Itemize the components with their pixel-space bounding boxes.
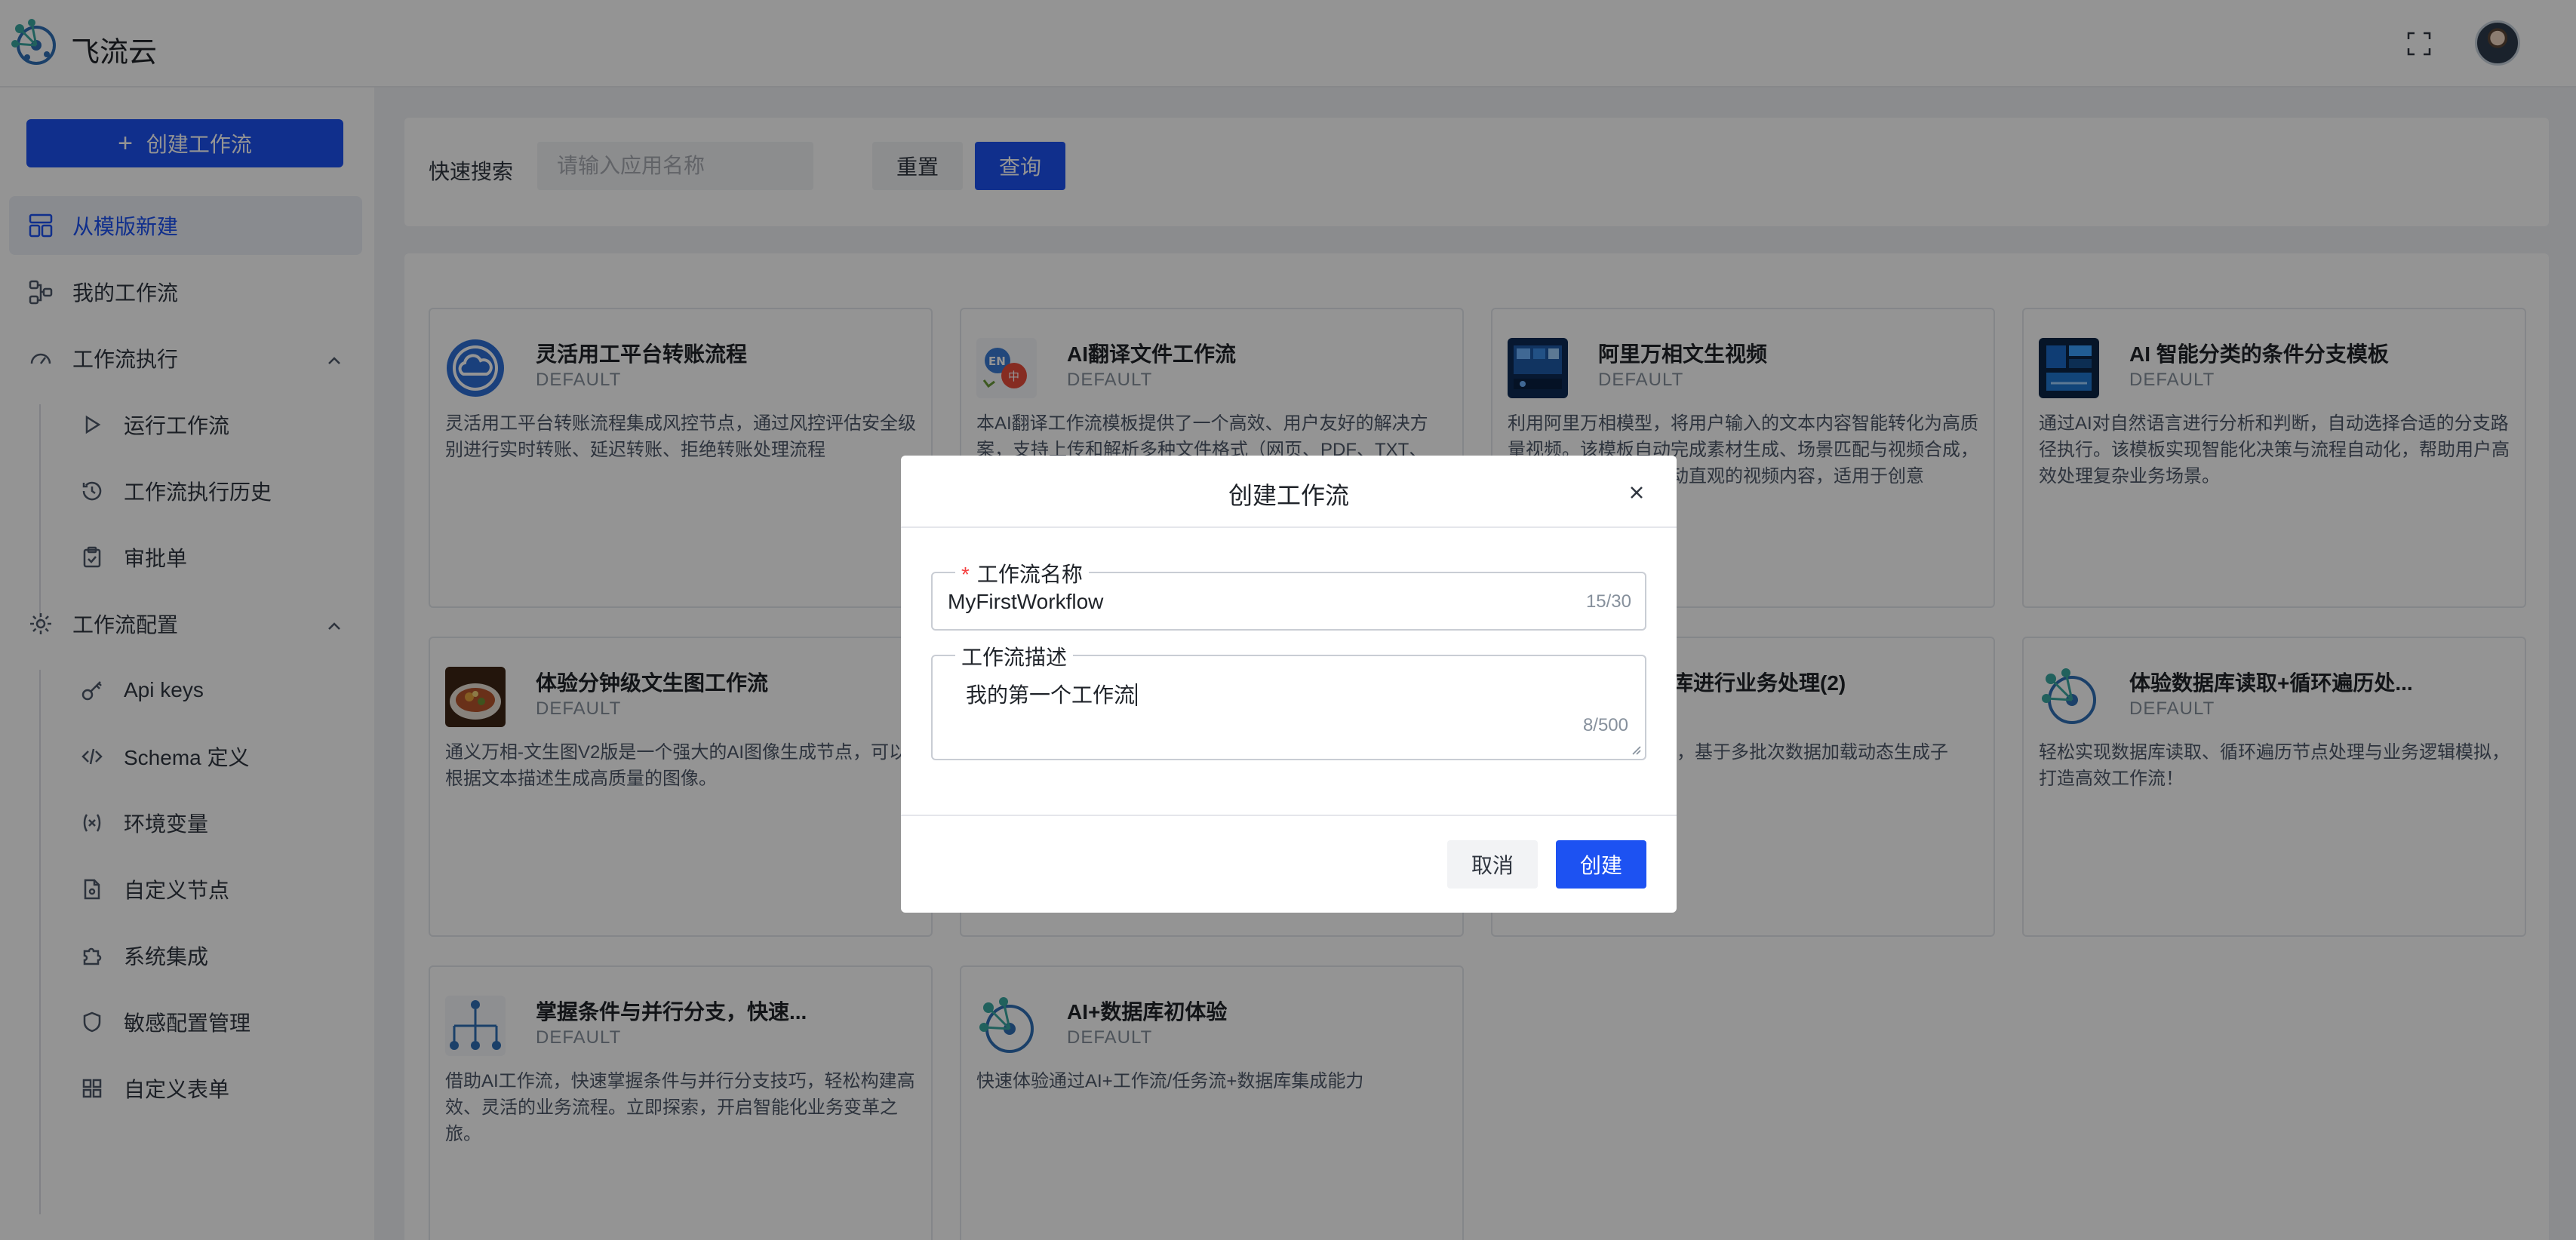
dialog-divider (901, 815, 1677, 816)
cancel-button[interactable]: 取消 (1447, 840, 1538, 889)
resize-handle-icon[interactable] (1630, 744, 1642, 756)
workflow-name-label: * 工作流名称 (955, 558, 1089, 588)
workflow-description-count: 8/500 (1582, 715, 1628, 735)
workflow-description-value: 我的第一个工作流 (966, 679, 1138, 709)
close-icon[interactable] (1625, 481, 1648, 504)
workflow-description-label: 工作流描述 (955, 641, 1074, 671)
workflow-name-count: 15/30 (1585, 591, 1631, 612)
required-mark: * (961, 563, 970, 586)
create-workflow-dialog: 创建工作流 * 工作流名称 MyFirstWorkflow 15/30 工作流描述… (901, 456, 1677, 913)
workflow-name-field[interactable]: * 工作流名称 MyFirstWorkflow 15/30 (931, 558, 1646, 631)
text-caret (1136, 683, 1138, 706)
create-button[interactable]: 创建 (1556, 840, 1646, 889)
workflow-description-field[interactable]: 工作流描述 我的第一个工作流 8/500 (931, 641, 1646, 760)
dialog-divider (901, 526, 1677, 528)
workflow-name-value: MyFirstWorkflow (948, 590, 1104, 613)
dialog-title: 创建工作流 (1228, 482, 1349, 509)
